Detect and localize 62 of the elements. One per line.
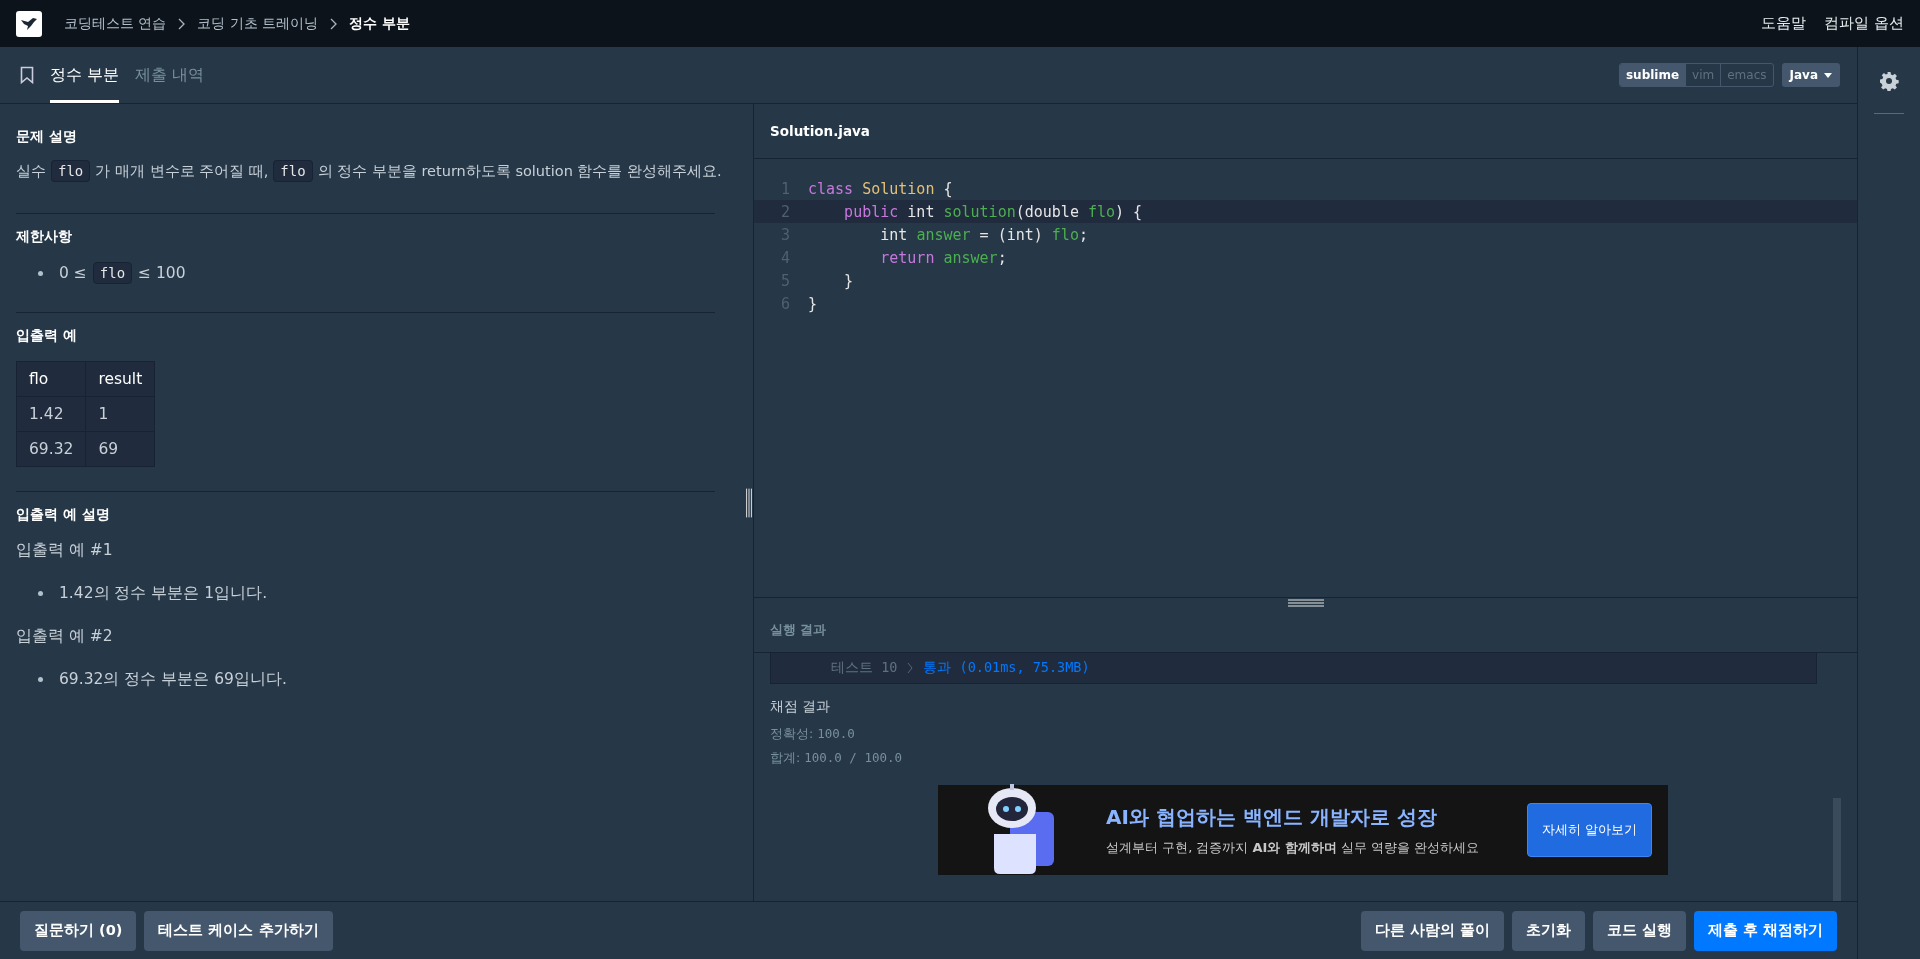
score-label: 합계: (770, 750, 801, 765)
top-nav-link[interactable]: 도움말 (1761, 14, 1807, 33)
footer-button[interactable]: 테스트 케이스 추가하기 (144, 910, 333, 951)
table-cell: 1 (85, 396, 155, 432)
chevron-right-icon (329, 17, 337, 30)
tab[interactable]: 정수 부분 (50, 47, 119, 103)
table-cell: 1.42 (16, 396, 86, 432)
inline-code: flo (92, 262, 133, 284)
breadcrumb-link[interactable]: 코딩테스트 연습 (64, 14, 167, 33)
section-heading: 입출력 예 (16, 327, 78, 345)
constraint-text: ≤ 100 (138, 264, 186, 282)
inline-code: flo (273, 160, 313, 182)
example-text: 1.42의 정수 부분은 1입니다. (59, 583, 268, 604)
resize-handle-icon[interactable] (1287, 598, 1324, 608)
footer-button[interactable]: 코드 실행 (1592, 910, 1686, 951)
table-header-cell: result (85, 361, 155, 397)
ad-title: AI와 협업하는 백엔드 개발자로 성장 (1106, 803, 1438, 831)
settings-icon[interactable] (1879, 71, 1899, 91)
bookmark-icon[interactable] (20, 66, 34, 84)
constraint-text: 0 ≤ (59, 264, 87, 282)
grading-title: 채점 결과 (770, 698, 832, 716)
language-dropdown[interactable]: Java (1781, 63, 1840, 87)
submit-button[interactable]: 제출 후 채점하기 (1693, 910, 1837, 951)
footer-button[interactable]: 다른 사람의 풀이 (1360, 910, 1504, 951)
breadcrumb-link[interactable]: 코딩 기초 트레이닝 (197, 14, 318, 33)
inline-code: flo (51, 160, 91, 182)
editor-mode-button[interactable]: sublime (1619, 64, 1686, 86)
section-heading: 제한사항 (16, 228, 73, 246)
top-nav-link[interactable]: 컴파일 옵션 (1824, 14, 1904, 33)
breadcrumb-link[interactable]: 정수 부분 (348, 14, 410, 33)
test-result: 통과 (0.01ms, 75.3MB) (923, 659, 1090, 677)
example-heading: 입출력 예 #2 (16, 626, 114, 647)
description-text: 의 정수 부분을 return하도록 solution 함수를 완성해주세요. (317, 163, 722, 179)
tab[interactable]: 제출 내역 (134, 47, 204, 103)
scrollbar[interactable] (1833, 798, 1841, 901)
ad-subtitle: 설계부터 구현, 검증까지 AI와 함께하며 실무 역량을 완성하세요 (1106, 838, 1481, 857)
description-text: 가 매개 변수로 주어질 때, (95, 163, 269, 179)
footer-button[interactable]: 초기화 (1511, 910, 1585, 951)
section-heading: 입출력 예 설명 (16, 506, 111, 524)
score-value: 100.0 / 100.0 (804, 750, 903, 765)
bird-logo-icon[interactable] (16, 10, 42, 37)
section-heading: 문제 설명 (16, 128, 78, 146)
table-cell: 69.32 (16, 431, 86, 467)
bullet-icon (38, 270, 43, 276)
results-title: 실행 결과 (770, 621, 827, 639)
table-cell: 69 (85, 431, 155, 467)
score-label: 정확성: (770, 726, 814, 741)
bullet-icon (38, 591, 43, 596)
description-text: 실수 (16, 163, 46, 179)
example-heading: 입출력 예 #1 (16, 540, 114, 561)
test-name: 테스트 10 (831, 659, 898, 677)
chevron-right-icon (907, 662, 914, 674)
score-value: 100.0 (817, 726, 855, 741)
bullet-icon (38, 677, 43, 682)
example-text: 69.32의 정수 부분은 69입니다. (59, 669, 287, 690)
ad-banner[interactable]: AI와 협업하는 백엔드 개발자로 성장 설계부터 구현, 검증까지 AI와 함께하며 실무 역량을 완성하세요 자세히 알아보기 (938, 785, 1668, 875)
learn-more-button[interactable]: 자세히 알아보기 (1527, 803, 1652, 857)
footer-button[interactable]: 질문하기 (0) (20, 910, 137, 951)
caret-down-icon (1824, 72, 1832, 78)
file-name: Solution.java (770, 123, 870, 139)
chevron-right-icon (178, 17, 186, 30)
table-header-cell: flo (16, 361, 86, 397)
